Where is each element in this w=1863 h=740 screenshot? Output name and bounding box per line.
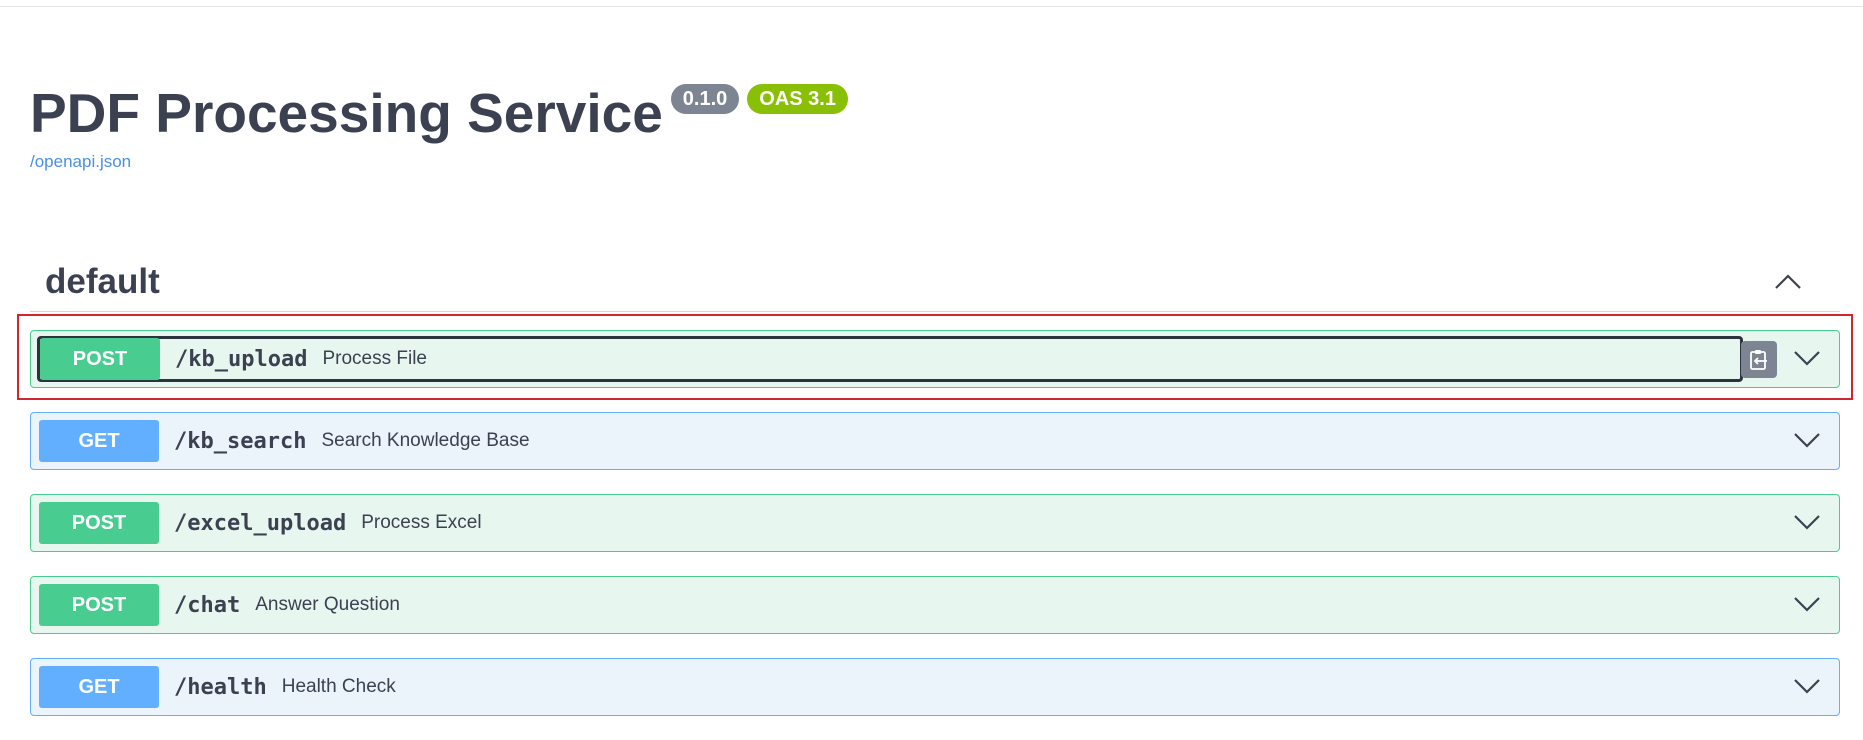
clipboard-icon: [1750, 349, 1767, 370]
chevron-down-icon[interactable]: [1793, 431, 1821, 454]
operation-path: /health: [174, 674, 267, 700]
operation-summary-text: Process File: [322, 348, 427, 369]
method-badge: POST: [40, 338, 160, 380]
openapi-json-link[interactable]: /openapi.json: [30, 152, 848, 172]
operation-row[interactable]: GET /kb_search Search Knowledge Base: [30, 412, 1840, 470]
api-info: PDF Processing Service 0.1.0 OAS 3.1 /op…: [30, 78, 848, 172]
operation-summary-text: Health Check: [281, 676, 396, 697]
tag-name: default: [45, 261, 160, 301]
method-badge: POST: [39, 502, 159, 544]
oas-badge: OAS 3.1: [747, 84, 848, 114]
operations-list: POST /kb_upload Process File GET /kb_sea…: [30, 330, 1840, 740]
page-title: PDF Processing Service: [30, 82, 663, 144]
operation-row[interactable]: POST /chat Answer Question: [30, 576, 1840, 634]
chevron-down-icon[interactable]: [1793, 513, 1821, 536]
operation-summary[interactable]: POST /excel_upload Process Excel: [39, 502, 482, 544]
operation-summary-text: Process Excel: [361, 512, 482, 533]
operation-summary[interactable]: POST /chat Answer Question: [39, 584, 400, 626]
chevron-down-icon[interactable]: [1793, 677, 1821, 700]
title-row: PDF Processing Service 0.1.0 OAS 3.1: [30, 78, 848, 148]
operation-path: /kb_search: [174, 428, 307, 454]
operation-row[interactable]: POST /excel_upload Process Excel: [30, 494, 1840, 552]
operation-summary[interactable]: POST /kb_upload Process File: [37, 336, 1743, 382]
operation-summary[interactable]: GET /health Health Check: [39, 666, 396, 708]
chevron-up-icon[interactable]: [1774, 273, 1802, 291]
copy-to-clipboard-button[interactable]: [1741, 341, 1777, 378]
chevron-down-icon[interactable]: [1793, 349, 1821, 372]
chevron-down-icon[interactable]: [1793, 595, 1821, 618]
tag-section-default: default: [30, 252, 1840, 312]
operation-path: /chat: [174, 592, 241, 618]
operation-row[interactable]: GET /health Health Check: [30, 658, 1840, 716]
method-badge: GET: [39, 420, 159, 462]
top-divider: [0, 0, 1863, 7]
operation-summary-text: Search Knowledge Base: [321, 430, 530, 451]
version-badge: 0.1.0: [670, 84, 740, 114]
tag-header[interactable]: default: [30, 252, 1840, 312]
method-badge: POST: [39, 584, 159, 626]
operation-summary-text: Answer Question: [255, 594, 400, 615]
operation-path: /kb_upload: [175, 346, 308, 372]
operation-row[interactable]: POST /kb_upload Process File: [30, 330, 1840, 388]
operation-summary[interactable]: GET /kb_search Search Knowledge Base: [39, 420, 530, 462]
method-badge: GET: [39, 666, 159, 708]
operation-path: /excel_upload: [174, 510, 347, 536]
